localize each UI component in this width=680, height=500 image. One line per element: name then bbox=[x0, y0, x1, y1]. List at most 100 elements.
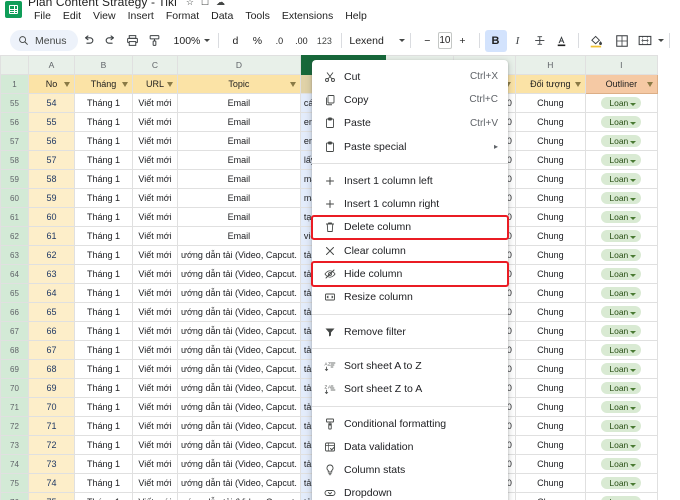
cell-no[interactable]: 65 bbox=[28, 302, 75, 322]
cell-url[interactable]: Viết mới bbox=[132, 226, 178, 246]
chevron-down-icon[interactable] bbox=[657, 39, 664, 42]
row-number[interactable]: 59 bbox=[0, 169, 29, 189]
outliner-chip[interactable]: Loan bbox=[601, 173, 642, 185]
decrease-decimal-button[interactable]: .0 bbox=[268, 30, 290, 52]
cell-no[interactable]: 66 bbox=[28, 321, 75, 341]
cell-url[interactable]: Viết mới bbox=[132, 473, 178, 493]
cell-doituong[interactable]: Chung bbox=[514, 131, 586, 151]
cell-thang[interactable]: Tháng 1 bbox=[74, 473, 133, 493]
outliner-chip[interactable]: Loan bbox=[601, 116, 642, 128]
row-number[interactable]: 76 bbox=[0, 492, 29, 500]
menu-item-sort-sheet-a-to-z[interactable]: A Z Sort sheet A to Z bbox=[312, 354, 508, 377]
menu-item-column-stats[interactable]: Column stats bbox=[312, 458, 508, 481]
cell-thang[interactable]: Tháng 1 bbox=[74, 226, 133, 246]
menu-item-hide-column[interactable]: Hide column bbox=[311, 261, 509, 287]
cell-thang[interactable]: Tháng 1 bbox=[74, 169, 133, 189]
menu-item-remove-filter[interactable]: Remove filter bbox=[312, 320, 508, 343]
cell-url[interactable]: Viết mới bbox=[132, 416, 178, 436]
menu-item-insert-1-column-left[interactable]: Insert 1 column left bbox=[312, 169, 508, 192]
cell-outliner[interactable]: Loan bbox=[584, 473, 658, 493]
menu-item-copy[interactable]: Copy Ctrl+C bbox=[312, 88, 508, 111]
decrease-font-size-button[interactable]: − bbox=[416, 30, 438, 52]
cell-doituong[interactable]: Chung bbox=[514, 150, 586, 170]
cell-outliner[interactable]: Loan bbox=[584, 492, 658, 500]
cell-doituong[interactable]: Chung bbox=[514, 359, 586, 379]
column-header-d[interactable]: D bbox=[177, 55, 301, 75]
cell-doituong[interactable]: Chung bbox=[514, 416, 586, 436]
row-number[interactable]: 68 bbox=[0, 340, 29, 360]
row-number[interactable]: 70 bbox=[0, 378, 29, 398]
cell-no[interactable]: 69 bbox=[28, 378, 75, 398]
cell-topic[interactable]: Email bbox=[177, 112, 301, 132]
cell-no[interactable]: 73 bbox=[28, 454, 75, 474]
header-no[interactable]: No bbox=[28, 74, 75, 94]
cell-outliner[interactable]: Loan bbox=[584, 359, 658, 379]
cell-no[interactable]: 74 bbox=[28, 473, 75, 493]
outliner-chip[interactable]: Loan bbox=[601, 382, 642, 394]
column-context-menu[interactable]: Cut Ctrl+X Copy Ctrl+C Paste Ctrl+V Paste spec… bbox=[311, 60, 509, 500]
cell-thang[interactable]: Tháng 1 bbox=[74, 112, 133, 132]
header-url[interactable]: URL bbox=[132, 74, 178, 94]
zoom-control[interactable]: 100% bbox=[169, 35, 214, 47]
cell-thang[interactable]: Tháng 1 bbox=[74, 321, 133, 341]
cell-outliner[interactable]: Loan bbox=[584, 150, 658, 170]
cell-thang[interactable]: Tháng 1 bbox=[74, 302, 133, 322]
row-number[interactable]: 73 bbox=[0, 435, 29, 455]
row-number[interactable]: 63 bbox=[0, 245, 29, 265]
outliner-chip[interactable]: Loan bbox=[601, 363, 642, 375]
cloud-icon[interactable]: ☁ bbox=[216, 0, 225, 7]
cell-url[interactable]: Viết mới bbox=[132, 264, 178, 284]
filter-icon[interactable] bbox=[64, 82, 71, 87]
folder-icon[interactable]: ☐ bbox=[201, 0, 209, 7]
cell-thang[interactable]: Tháng 1 bbox=[74, 188, 133, 208]
cell-url[interactable]: Viết mới bbox=[132, 131, 178, 151]
cell-topic[interactable]: Email bbox=[177, 226, 301, 246]
menu-tools[interactable]: Tools bbox=[239, 9, 276, 24]
cell-url[interactable]: Viết mới bbox=[132, 169, 178, 189]
cell-thang[interactable]: Tháng 1 bbox=[74, 359, 133, 379]
cell-doituong[interactable]: Chung bbox=[514, 340, 586, 360]
cell-topic[interactable]: Email bbox=[177, 188, 301, 208]
cell-url[interactable]: Viết mới bbox=[132, 283, 178, 303]
row-number[interactable]: 64 bbox=[0, 264, 29, 284]
menu-extensions[interactable]: Extensions bbox=[276, 9, 339, 24]
cell-url[interactable]: Viết mới bbox=[132, 454, 178, 474]
outliner-chip[interactable]: Loan bbox=[601, 135, 642, 147]
sheets-logo-icon[interactable] bbox=[5, 1, 22, 18]
cell-outliner[interactable]: Loan bbox=[584, 378, 658, 398]
cell-url[interactable]: Viết mới bbox=[132, 492, 178, 500]
cell-topic[interactable]: ướng dẫn tải (Video, Capcut. bbox=[177, 454, 301, 474]
column-header-b[interactable]: B bbox=[74, 55, 133, 75]
cell-outliner[interactable]: Loan bbox=[584, 340, 658, 360]
cell-outliner[interactable]: Loan bbox=[584, 207, 658, 227]
outliner-chip[interactable]: Loan bbox=[601, 211, 642, 223]
row-number[interactable]: 71 bbox=[0, 397, 29, 417]
cell-url[interactable]: Viết mới bbox=[132, 188, 178, 208]
cell-outliner[interactable]: Loan bbox=[584, 264, 658, 284]
cell-topic[interactable]: ướng dẫn tải (Video, Capcut. bbox=[177, 397, 301, 417]
column-header-i[interactable]: I bbox=[584, 55, 658, 75]
cell-thang[interactable]: Tháng 1 bbox=[74, 93, 133, 113]
row-number[interactable]: 74 bbox=[0, 454, 29, 474]
cell-no[interactable]: 67 bbox=[28, 340, 75, 360]
header-thang[interactable]: Tháng bbox=[74, 74, 133, 94]
cell-no[interactable]: 59 bbox=[28, 188, 75, 208]
cell-thang[interactable]: Tháng 1 bbox=[74, 397, 133, 417]
menu-item-conditional-formatting[interactable]: Conditional formatting bbox=[312, 412, 508, 435]
cell-topic[interactable]: ướng dẫn tải (Video, Capcut. bbox=[177, 378, 301, 398]
filter-icon[interactable] bbox=[574, 82, 582, 87]
row-number[interactable]: 58 bbox=[0, 150, 29, 170]
bold-button[interactable]: B bbox=[484, 29, 507, 52]
cell-url[interactable]: Viết mới bbox=[132, 378, 178, 398]
cell-outliner[interactable]: Loan bbox=[584, 416, 658, 436]
cell-doituong[interactable]: Chung bbox=[514, 435, 586, 455]
cell-thang[interactable]: Tháng 1 bbox=[74, 378, 133, 398]
cell-no[interactable]: 70 bbox=[28, 397, 75, 417]
cell-thang[interactable]: Tháng 1 bbox=[74, 283, 133, 303]
select-all-corner[interactable] bbox=[0, 55, 29, 75]
increase-decimal-button[interactable]: .00 bbox=[290, 30, 312, 52]
row-number[interactable]: 72 bbox=[0, 416, 29, 436]
cell-doituong[interactable]: Chung bbox=[514, 93, 586, 113]
cell-doituong[interactable]: Chung bbox=[514, 378, 586, 398]
outliner-chip[interactable]: Loan bbox=[601, 306, 642, 318]
